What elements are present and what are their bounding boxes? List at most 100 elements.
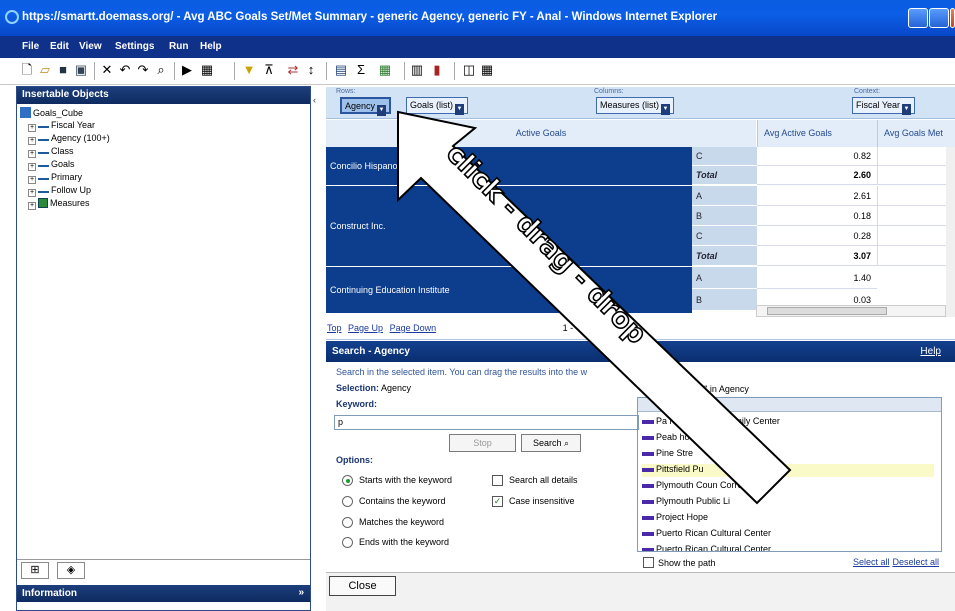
horizontal-scrollbar[interactable] xyxy=(756,305,946,317)
sort-icon[interactable]: ↕ xyxy=(304,63,318,77)
export-icon[interactable]: ▦ xyxy=(200,63,214,77)
column-header-avg-active[interactable]: Avg Active Goals xyxy=(757,120,877,147)
menu-file[interactable]: File xyxy=(22,41,39,52)
chevron-up-icon[interactable]: » xyxy=(298,587,304,598)
tree-item-primary[interactable]: + Primary xyxy=(20,172,110,185)
expand-icon[interactable]: + xyxy=(28,202,36,210)
information-header[interactable]: Information » xyxy=(17,585,310,602)
layout-icon[interactable]: ◫ xyxy=(462,63,476,77)
save-as-icon[interactable]: ▣ xyxy=(74,63,88,77)
case-insensitive-checkbox[interactable]: ✓ xyxy=(492,496,503,507)
suppress-icon[interactable]: ⊼ xyxy=(262,63,276,77)
row-subheader[interactable]: B xyxy=(692,289,757,311)
select-all-link[interactable]: Select all xyxy=(853,557,890,567)
tree-item-measures[interactable]: + Measures xyxy=(20,198,110,211)
radio-ends-with[interactable] xyxy=(342,537,353,548)
columns-chip-measures[interactable]: Measures (list) ▼ xyxy=(596,97,675,115)
rows-chip-goals[interactable]: Goals (list) ▼ xyxy=(406,97,469,115)
tree-item-class[interactable]: + Class xyxy=(20,146,110,159)
list-item[interactable]: Project Hope xyxy=(642,512,708,525)
list-item[interactable]: Puerto Rican Cultural Center xyxy=(642,528,771,541)
tree-item-agency[interactable]: + Agency (100+) xyxy=(20,133,110,146)
chevron-down-icon[interactable]: ▼ xyxy=(377,105,387,116)
stop-button[interactable]: Stop xyxy=(449,434,516,452)
expand-icon[interactable]: + xyxy=(28,189,36,197)
radio-contains[interactable] xyxy=(342,496,353,507)
cube-tab-icon[interactable]: ◈ xyxy=(57,562,85,579)
calculate-icon[interactable]: ▤ xyxy=(334,63,348,77)
list-item[interactable]: Plymouth Coun Correction xyxy=(642,480,762,493)
swap-icon[interactable]: ⇄ xyxy=(286,63,300,77)
table-icon[interactable]: ▦ xyxy=(378,63,392,77)
deselect-all-link[interactable]: Deselect all xyxy=(892,557,939,567)
expand-icon[interactable]: + xyxy=(28,124,36,132)
row-subheader[interactable]: C xyxy=(692,147,757,166)
chevron-down-icon[interactable]: ▼ xyxy=(455,104,465,115)
top-link[interactable]: Top xyxy=(327,323,342,333)
row-subheader[interactable]: C xyxy=(692,226,757,246)
menu-settings[interactable]: Settings xyxy=(115,41,154,52)
menu-help[interactable]: Help xyxy=(200,41,222,52)
list-item[interactable]: Peab hools xyxy=(642,432,701,445)
undo-icon[interactable]: ↶ xyxy=(118,63,132,77)
expand-icon[interactable]: + xyxy=(28,163,36,171)
maximize-button[interactable] xyxy=(929,8,949,28)
row-subheader[interactable]: B xyxy=(692,206,757,226)
row-subheader[interactable]: A xyxy=(692,267,757,289)
show-path-checkbox[interactable] xyxy=(643,557,654,568)
row-header[interactable]: Construct Inc. xyxy=(326,186,692,266)
list-item[interactable]: Pine Stre xyxy=(642,448,693,461)
close-window-button[interactable] xyxy=(950,8,955,28)
radio-matches[interactable] xyxy=(342,517,353,528)
expand-icon[interactable]: + xyxy=(28,176,36,184)
row-subheader[interactable]: A xyxy=(692,186,757,206)
chevron-down-icon[interactable]: ▼ xyxy=(902,104,912,115)
chart-type-icon[interactable]: ▮ xyxy=(430,63,444,77)
vertical-scrollbar[interactable] xyxy=(946,147,955,317)
search-button[interactable]: Search ⌕ xyxy=(521,434,581,452)
tree-item-fiscal-year[interactable]: + Fiscal Year xyxy=(20,120,110,133)
list-item[interactable]: Puerto Rican Cultural Center xyxy=(642,544,771,551)
minimize-button[interactable] xyxy=(908,8,928,28)
menu-run[interactable]: Run xyxy=(169,41,188,52)
expand-icon[interactable]: + xyxy=(28,150,36,158)
source-tab-icon[interactable]: ⊞ xyxy=(21,562,49,579)
tree-item-follow-up[interactable]: + Follow Up xyxy=(20,185,110,198)
cut-icon[interactable]: ✕ xyxy=(100,63,114,77)
filter-icon[interactable]: ▼ xyxy=(242,63,256,77)
chevron-down-icon[interactable]: ▼ xyxy=(661,104,671,115)
expand-icon[interactable]: + xyxy=(28,137,36,145)
collapse-panel-icon[interactable]: ‹ xyxy=(313,95,322,113)
tree-item-goals[interactable]: + Goals xyxy=(20,159,110,172)
grid-icon[interactable]: ▦ xyxy=(480,63,494,77)
run-icon[interactable]: ▶ xyxy=(180,63,194,77)
menu-edit[interactable]: Edit xyxy=(50,41,69,52)
rows-chip-agency[interactable]: Agency ▼ xyxy=(340,97,392,116)
redo-icon[interactable]: ↷ xyxy=(136,63,150,77)
row-subheader-total[interactable]: Total xyxy=(692,166,757,185)
row-subheader-total[interactable]: Total xyxy=(692,246,757,266)
page-up-link[interactable]: Page Up xyxy=(348,323,383,333)
new-icon[interactable]: 🗋 xyxy=(20,63,34,77)
save-icon[interactable]: ■ xyxy=(56,63,70,77)
search-all-checkbox[interactable] xyxy=(492,475,503,486)
open-icon[interactable]: ▱ xyxy=(38,63,52,77)
close-button[interactable]: Close xyxy=(329,576,396,596)
list-item[interactable]: Plymouth Public Li xyxy=(642,496,730,509)
sum-icon[interactable]: Σ xyxy=(354,63,368,77)
column-header-avg-met[interactable]: Avg Goals Met xyxy=(877,120,955,147)
menu-view[interactable]: View xyxy=(79,41,102,52)
help-link[interactable]: Help xyxy=(920,346,941,357)
list-item-selected[interactable]: Pittsfield Pu xyxy=(642,464,934,477)
row-header[interactable]: Concilio Hispano de C xyxy=(326,147,692,185)
page-down-link[interactable]: Page Down xyxy=(390,323,437,333)
list-item[interactable]: Pa l Care Works Family Center xyxy=(642,416,780,429)
row-header[interactable]: Continuing Education Institute xyxy=(326,267,692,313)
results-list[interactable]: Pa l Care Works Family Center Peab hools… xyxy=(637,397,942,552)
radio-starts-with[interactable] xyxy=(342,475,353,486)
column-header-active-goals[interactable]: Active Goals xyxy=(326,120,756,147)
keyword-input[interactable]: p xyxy=(334,415,639,430)
scroll-thumb[interactable] xyxy=(767,307,887,315)
tree-root[interactable]: Goals_Cube xyxy=(20,107,110,120)
find-icon[interactable]: ⌕ xyxy=(154,63,168,77)
